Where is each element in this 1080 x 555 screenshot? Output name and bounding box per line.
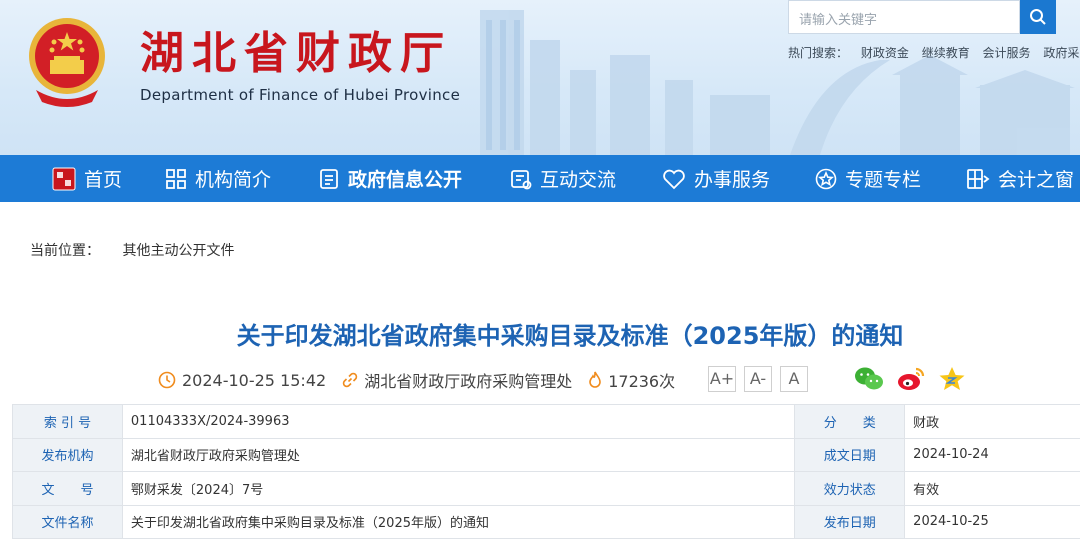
table-row: 文 号 鄂财采发〔2024〕7号 效力状态 有效 bbox=[12, 471, 1080, 506]
font-size-controls: A+ A- A bbox=[708, 366, 816, 392]
site-header: 湖北省财政厅 Department of Finance of Hubei Pr… bbox=[0, 0, 1080, 155]
star-circle-icon bbox=[815, 168, 837, 190]
window-icon bbox=[966, 168, 990, 190]
heart-icon bbox=[662, 168, 686, 190]
publish-datetime: 2024-10-25 15:42 bbox=[182, 370, 327, 390]
info-value: 01104333X/2024-39963 bbox=[121, 404, 796, 439]
info-value: 2024-10-25 bbox=[904, 504, 1080, 539]
table-row: 索 引 号 01104333X/2024-39963 分 类 财政 bbox=[12, 404, 1080, 439]
info-value: 湖北省财政厅政府采购管理处 bbox=[121, 437, 796, 472]
nav-item-home[interactable]: 首页 bbox=[52, 155, 122, 202]
view-count: 17236次 bbox=[608, 372, 676, 391]
info-value: 鄂财采发〔2024〕7号 bbox=[121, 471, 796, 506]
info-label: 文件名称 bbox=[12, 504, 123, 539]
main-nav: 首页 机构简介 政府信息公开 互动交流 办事服务 专题专栏 会计之窗 bbox=[0, 155, 1080, 202]
article-source: 湖北省财政厅政府采购管理处 bbox=[364, 372, 573, 391]
nav-label: 办事服务 bbox=[694, 169, 771, 191]
table-row: 发布机构 湖北省财政厅政府采购管理处 成文日期 2024-10-24 bbox=[12, 437, 1080, 472]
nav-label: 互动交流 bbox=[540, 169, 617, 191]
nav-label: 政府信息公开 bbox=[348, 169, 463, 191]
info-value: 有效 bbox=[904, 471, 1080, 506]
nav-item-accounting[interactable]: 会计之窗 bbox=[966, 155, 1074, 202]
hot-search: 热门搜索： 财政资金 继续教育 会计服务 政府采购 bbox=[788, 44, 1080, 61]
fire-icon bbox=[588, 371, 602, 389]
breadcrumb-label: 当前位置： bbox=[30, 243, 100, 259]
nav-item-about[interactable]: 机构简介 bbox=[165, 155, 271, 202]
nav-label: 首页 bbox=[84, 169, 123, 191]
info-label: 分 类 bbox=[794, 404, 906, 439]
hot-search-term[interactable]: 继续教育 bbox=[922, 46, 970, 60]
national-emblem-icon bbox=[29, 18, 105, 107]
hot-search-term[interactable]: 政府采购 bbox=[1043, 46, 1080, 60]
nav-label: 专题专栏 bbox=[845, 169, 922, 191]
nav-item-topics[interactable]: 专题专栏 bbox=[815, 155, 921, 202]
info-label: 发布机构 bbox=[12, 437, 123, 472]
font-larger-button[interactable]: A+ bbox=[708, 366, 736, 392]
search-button[interactable] bbox=[1020, 0, 1056, 34]
nav-label: 机构简介 bbox=[195, 169, 272, 191]
grid-icon bbox=[165, 168, 187, 190]
document-icon bbox=[318, 168, 340, 190]
info-value: 关于印发湖北省政府集中采购目录及标准（2025年版）的通知 bbox=[121, 504, 796, 539]
qzone-icon[interactable] bbox=[938, 366, 966, 392]
share-buttons bbox=[854, 366, 978, 392]
hot-search-term[interactable]: 会计服务 bbox=[983, 46, 1031, 60]
nav-item-info-disclosure[interactable]: 政府信息公开 bbox=[318, 155, 462, 202]
search-icon bbox=[1030, 9, 1046, 25]
info-label: 索 引 号 bbox=[12, 404, 123, 439]
clock-icon bbox=[158, 371, 176, 389]
article-title: 关于印发湖北省政府集中采购目录及标准（2025年版）的通知 bbox=[236, 322, 904, 350]
info-label: 发布日期 bbox=[794, 504, 906, 539]
site-subtitle: Department of Finance of Hubei Province bbox=[140, 86, 461, 104]
info-value: 2024-10-24 bbox=[904, 437, 1080, 472]
wechat-icon[interactable] bbox=[854, 366, 884, 392]
document-info-table: 索 引 号 01104333X/2024-39963 分 类 财政 发布机构 湖… bbox=[12, 404, 1080, 539]
info-label: 文 号 bbox=[12, 471, 123, 506]
hubei-finance-logo-icon bbox=[52, 167, 76, 191]
info-label: 效力状态 bbox=[794, 471, 906, 506]
search-input[interactable]: 请输入关键字 bbox=[788, 0, 1020, 34]
article-meta: 2024-10-25 15:42 湖北省财政厅政府采购管理处 17236次 bbox=[158, 368, 675, 392]
weibo-icon[interactable] bbox=[896, 366, 926, 392]
chat-icon bbox=[510, 168, 532, 190]
font-smaller-button[interactable]: A- bbox=[744, 366, 772, 392]
hot-search-term[interactable]: 财政资金 bbox=[861, 46, 909, 60]
site-title[interactable]: 湖北省财政厅 bbox=[140, 28, 452, 80]
breadcrumb: 当前位置： 其他主动公开文件 bbox=[30, 240, 234, 260]
breadcrumb-current[interactable]: 其他主动公开文件 bbox=[122, 243, 234, 259]
hot-search-label: 热门搜索： bbox=[788, 46, 849, 60]
nav-label: 会计之窗 bbox=[998, 169, 1075, 191]
font-default-button[interactable]: A bbox=[780, 366, 808, 392]
nav-item-interaction[interactable]: 互动交流 bbox=[510, 155, 616, 202]
info-value: 财政 bbox=[904, 404, 1080, 439]
info-label: 成文日期 bbox=[794, 437, 906, 472]
nav-item-services[interactable]: 办事服务 bbox=[662, 155, 770, 202]
link-icon bbox=[342, 372, 358, 388]
table-row: 文件名称 关于印发湖北省政府集中采购目录及标准（2025年版）的通知 发布日期 … bbox=[12, 504, 1080, 539]
